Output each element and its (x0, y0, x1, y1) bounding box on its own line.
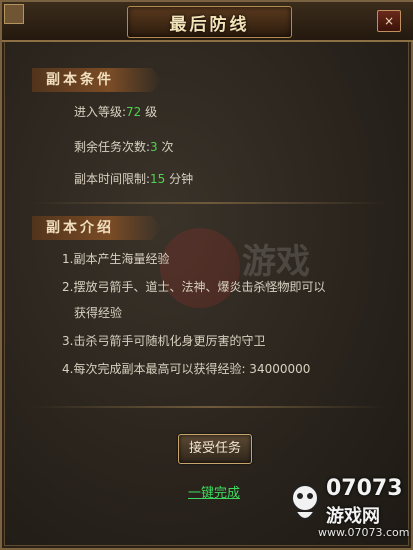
entry-level-value: 72 (126, 105, 142, 119)
title-plate: 最后防线 (127, 6, 292, 38)
conditions-heading: 副本条件 (32, 68, 162, 92)
site-name: 游戏网 (326, 506, 380, 527)
watermark-text: 游戏 (242, 242, 310, 282)
intro-item: 2.摆放弓箭手、道士、法神、爆炎击杀怪物即可以 (62, 280, 326, 294)
close-icon: × (383, 14, 395, 28)
section-divider (32, 406, 386, 408)
intro-item: 3.击杀弓箭手可随机化身更厉害的守卫 (62, 334, 266, 348)
intro-item: 4.每次完成副本最高可以获得经验: 34000000 (62, 362, 311, 376)
remaining-count-unit: 次 (157, 140, 174, 154)
close-button[interactable]: × (377, 10, 401, 32)
dialog-title: 最后防线 (169, 14, 250, 35)
corner-ornament-icon (4, 4, 24, 24)
site-watermark: 07073 游戏网 www.07073.com (288, 476, 410, 546)
watermark-circle-icon (160, 228, 240, 308)
site-url: www.07073.com (318, 526, 410, 539)
entry-level-label: 进入等级: (74, 105, 127, 119)
time-limit-value: 15 (150, 172, 166, 186)
time-limit-label: 副本时间限制: (74, 172, 151, 186)
section-divider (32, 202, 386, 204)
intro-heading: 副本介绍 (32, 216, 162, 240)
instance-dialog: 最后防线 × 副本条件 进入等级:72 级 剩余任务次数:3 次 副本时间限制:… (0, 0, 413, 550)
mascot-icon (291, 484, 319, 520)
intro-item: 获得经验 (74, 306, 123, 320)
quick-complete-link[interactable]: 一键完成 (188, 482, 240, 501)
site-number: 07073 (326, 476, 403, 501)
remaining-count-value: 3 (150, 140, 158, 154)
intro-item: 1.副本产生海量经验 (62, 252, 170, 266)
entry-level-row: 进入等级:72 级 (74, 103, 157, 120)
time-limit-row: 副本时间限制:15 分钟 (74, 170, 193, 187)
time-limit-unit: 分钟 (165, 172, 194, 186)
accept-quest-button[interactable]: 接受任务 (178, 434, 252, 464)
title-bar[interactable]: 最后防线 × (2, 2, 413, 42)
remaining-count-label: 剩余任务次数: (74, 140, 151, 154)
watermark-logo: 游戏 GAMES (160, 228, 320, 312)
remaining-count-row: 剩余任务次数:3 次 (74, 138, 174, 155)
entry-level-unit: 级 (141, 105, 158, 119)
